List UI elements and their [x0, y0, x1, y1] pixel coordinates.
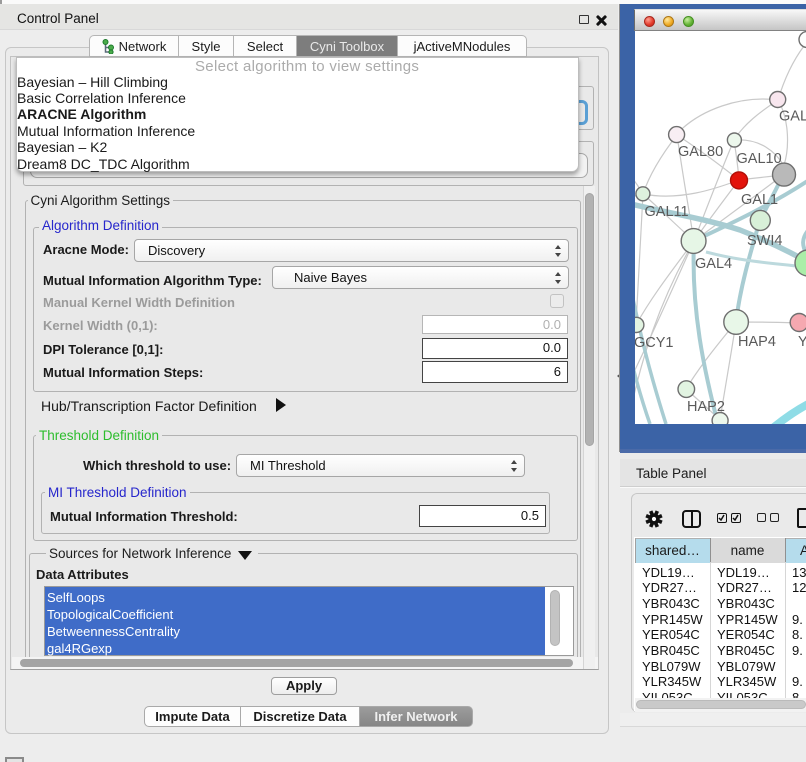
- svg-text:GAL4: GAL4: [695, 256, 732, 272]
- svg-text:GAL10: GAL10: [737, 151, 782, 167]
- svg-text:HAP4: HAP4: [738, 334, 776, 350]
- svg-text:HAP2: HAP2: [687, 399, 725, 415]
- svg-text:GAL1: GAL1: [741, 192, 778, 208]
- svg-text:GAL2: GAL2: [779, 109, 806, 125]
- svg-text:SWI4: SWI4: [747, 233, 782, 249]
- svg-text:GAL80: GAL80: [678, 144, 723, 160]
- svg-text:GAL11: GAL11: [645, 204, 689, 220]
- svg-text:YM: YM: [798, 334, 806, 350]
- svg-text:GCY1: GCY1: [635, 335, 674, 351]
